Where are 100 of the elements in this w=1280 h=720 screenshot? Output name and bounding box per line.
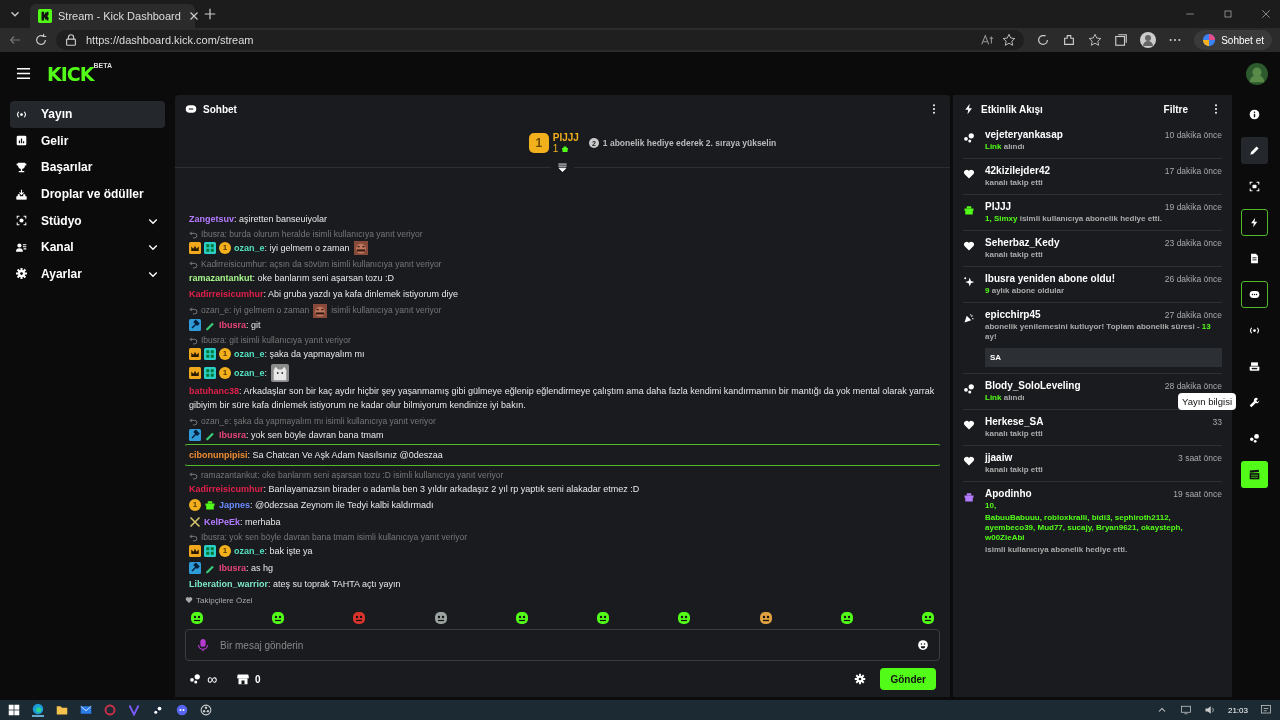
bubbles-icon[interactable] (1249, 433, 1260, 444)
plus-icon[interactable] (203, 7, 217, 21)
event-detail: isimli kullanıcıya abonelik hediye etti. (985, 545, 1129, 555)
settings-icon[interactable] (16, 268, 27, 280)
menu-icon[interactable] (16, 66, 31, 81)
event-time: 19 saat önce (1173, 489, 1222, 499)
reply-text: Ibusra: yok sen böyle davran bana tmam isimli kullanıcıya yanıt veriyor (201, 531, 467, 544)
broadcast-icon[interactable] (1249, 325, 1260, 336)
event-time: 19 dakika önce (1164, 202, 1222, 212)
sidebar-item[interactable]: Kanal (10, 233, 165, 261)
notifications-icon[interactable] (1260, 704, 1272, 716)
party-popper-icon (963, 312, 975, 324)
emote-icon[interactable] (838, 610, 855, 626)
followers-only-label: Takipçilere Özel (196, 595, 253, 605)
close-icon[interactable] (1260, 8, 1272, 20)
event-detail: kanalı takip etti (985, 465, 1044, 475)
app-icon[interactable] (128, 704, 140, 716)
collections-icon[interactable] (1114, 33, 1129, 47)
bolt-button[interactable] (1241, 209, 1268, 236)
heart-icon (963, 168, 975, 180)
message-input[interactable]: Bir mesaj gönderin (218, 638, 909, 652)
sidebar-item[interactable]: Yayın (10, 101, 165, 128)
event-time: 23 dakika önce (1164, 238, 1222, 248)
back-icon[interactable] (8, 33, 22, 47)
user-avatar-icon[interactable] (1246, 62, 1268, 85)
sidebar-item[interactable]: Stüdyo (10, 207, 165, 234)
refresh-icon[interactable] (1036, 33, 1051, 47)
chat-message: Kadirreisicumhur: Abi gruba yazdı ya kafa dinlemek istiyorum diye (189, 288, 459, 301)
app-icon[interactable] (104, 704, 116, 716)
message-box[interactable]: Bir mesaj gönderin (185, 629, 940, 661)
og-badge-icon (204, 545, 216, 557)
emote-icon[interactable] (270, 610, 287, 626)
crown-badge-icon (189, 545, 201, 557)
emote-icon[interactable] (595, 610, 612, 626)
store-icon[interactable] (237, 673, 249, 685)
star-icon[interactable] (1002, 33, 1017, 47)
address-bar[interactable]: https://dashboard.kick.com/stream (56, 30, 1025, 50)
kick-logo[interactable]: KICK (47, 62, 94, 85)
browser-tab[interactable]: Stream - Kick Dashboard (30, 4, 195, 28)
gifter-name[interactable]: PIJJJ (552, 132, 579, 143)
subscriber-badge: 1 (189, 499, 201, 511)
windows-start-icon[interactable] (8, 704, 20, 716)
sidebar-item[interactable]: Gelir (10, 127, 165, 155)
wrench-icon[interactable] (1249, 397, 1260, 408)
event-title: jjaaiw (985, 452, 1013, 463)
pencil-icon[interactable] (1249, 145, 1260, 156)
bubbles-icon (963, 383, 975, 395)
emote-icon[interactable] (513, 610, 530, 626)
clock: 21:03 (1227, 705, 1248, 715)
camera-icon[interactable] (1249, 361, 1260, 372)
screen-icon[interactable] (1249, 181, 1260, 192)
mail-icon[interactable] (80, 704, 92, 716)
chat-icon[interactable] (1249, 289, 1260, 300)
sidebar-item[interactable]: Droplar ve ödüller (10, 180, 165, 208)
extensions-icon[interactable] (1062, 33, 1077, 47)
sidebar-item[interactable]: Başarılar (10, 154, 165, 181)
profile-avatar-icon[interactable] (1140, 32, 1157, 48)
restore-icon[interactable] (1222, 8, 1234, 20)
favorites-icon[interactable] (1088, 33, 1103, 47)
folder-icon[interactable] (56, 704, 68, 716)
reply-icon (189, 259, 198, 269)
filter-button[interactable]: Filtre (1157, 102, 1194, 116)
chat-button[interactable] (1241, 281, 1268, 308)
emote-icon[interactable] (189, 610, 205, 626)
settings-icon[interactable] (854, 673, 867, 685)
read-aloud-icon[interactable] (980, 33, 995, 47)
heart-icon (963, 240, 975, 252)
emote-icon[interactable] (432, 610, 449, 626)
gift-icon (963, 491, 975, 503)
volume-icon[interactable] (1203, 704, 1216, 716)
event-detail: BabuuBabuuu, robloxkralli, bidi3, sephiroth2112, ayembeco39, Mud77, sucajy, Bryan9621, okaysteph, w00ZieAbi (985, 513, 1184, 543)
document-icon[interactable] (1249, 253, 1260, 264)
chat-message: Liberation_warrior: ateş su toprak TAHTA açtı yayın (189, 578, 401, 591)
chat-app-icon[interactable] (176, 704, 188, 716)
chat-message: ozan_e: şaka da yapmayalım mı (234, 348, 365, 361)
network-icon[interactable] (1179, 704, 1192, 716)
clapper-button[interactable] (1241, 461, 1268, 488)
people-icon[interactable] (16, 241, 27, 253)
microphone-icon[interactable] (196, 638, 210, 652)
reply-text: Kadirreisicumhur: açsın da sövüm isimli kullanıcıya yanıt veriyor (201, 257, 442, 271)
sidebar-item[interactable]: Ayarlar (10, 260, 165, 288)
info-icon[interactable] (1249, 109, 1260, 120)
lightning-icon[interactable] (1249, 217, 1260, 228)
emote-icon[interactable] (676, 610, 693, 626)
trophy-icon[interactable] (16, 162, 27, 173)
chart-icon[interactable] (16, 135, 27, 147)
emote-icon[interactable] (919, 610, 936, 626)
emoji-icon[interactable] (917, 639, 929, 651)
emote-icon[interactable] (757, 610, 774, 626)
studio-icon[interactable] (16, 215, 27, 227)
drops-icon[interactable] (16, 188, 27, 200)
clapperboard-icon[interactable] (1249, 469, 1260, 480)
event-time: 27 dakika önce (1164, 310, 1222, 320)
send-button[interactable]: Gönder (880, 668, 936, 690)
chat-message: ozan_e: iyi gelmem o zaman (234, 242, 350, 255)
gift-count: 1 (552, 143, 559, 154)
pencil-button[interactable] (1241, 137, 1268, 164)
copilot-button[interactable]: Sohbet et (1194, 30, 1272, 50)
reload-icon[interactable] (34, 33, 48, 47)
browser-icon[interactable] (32, 703, 44, 717)
